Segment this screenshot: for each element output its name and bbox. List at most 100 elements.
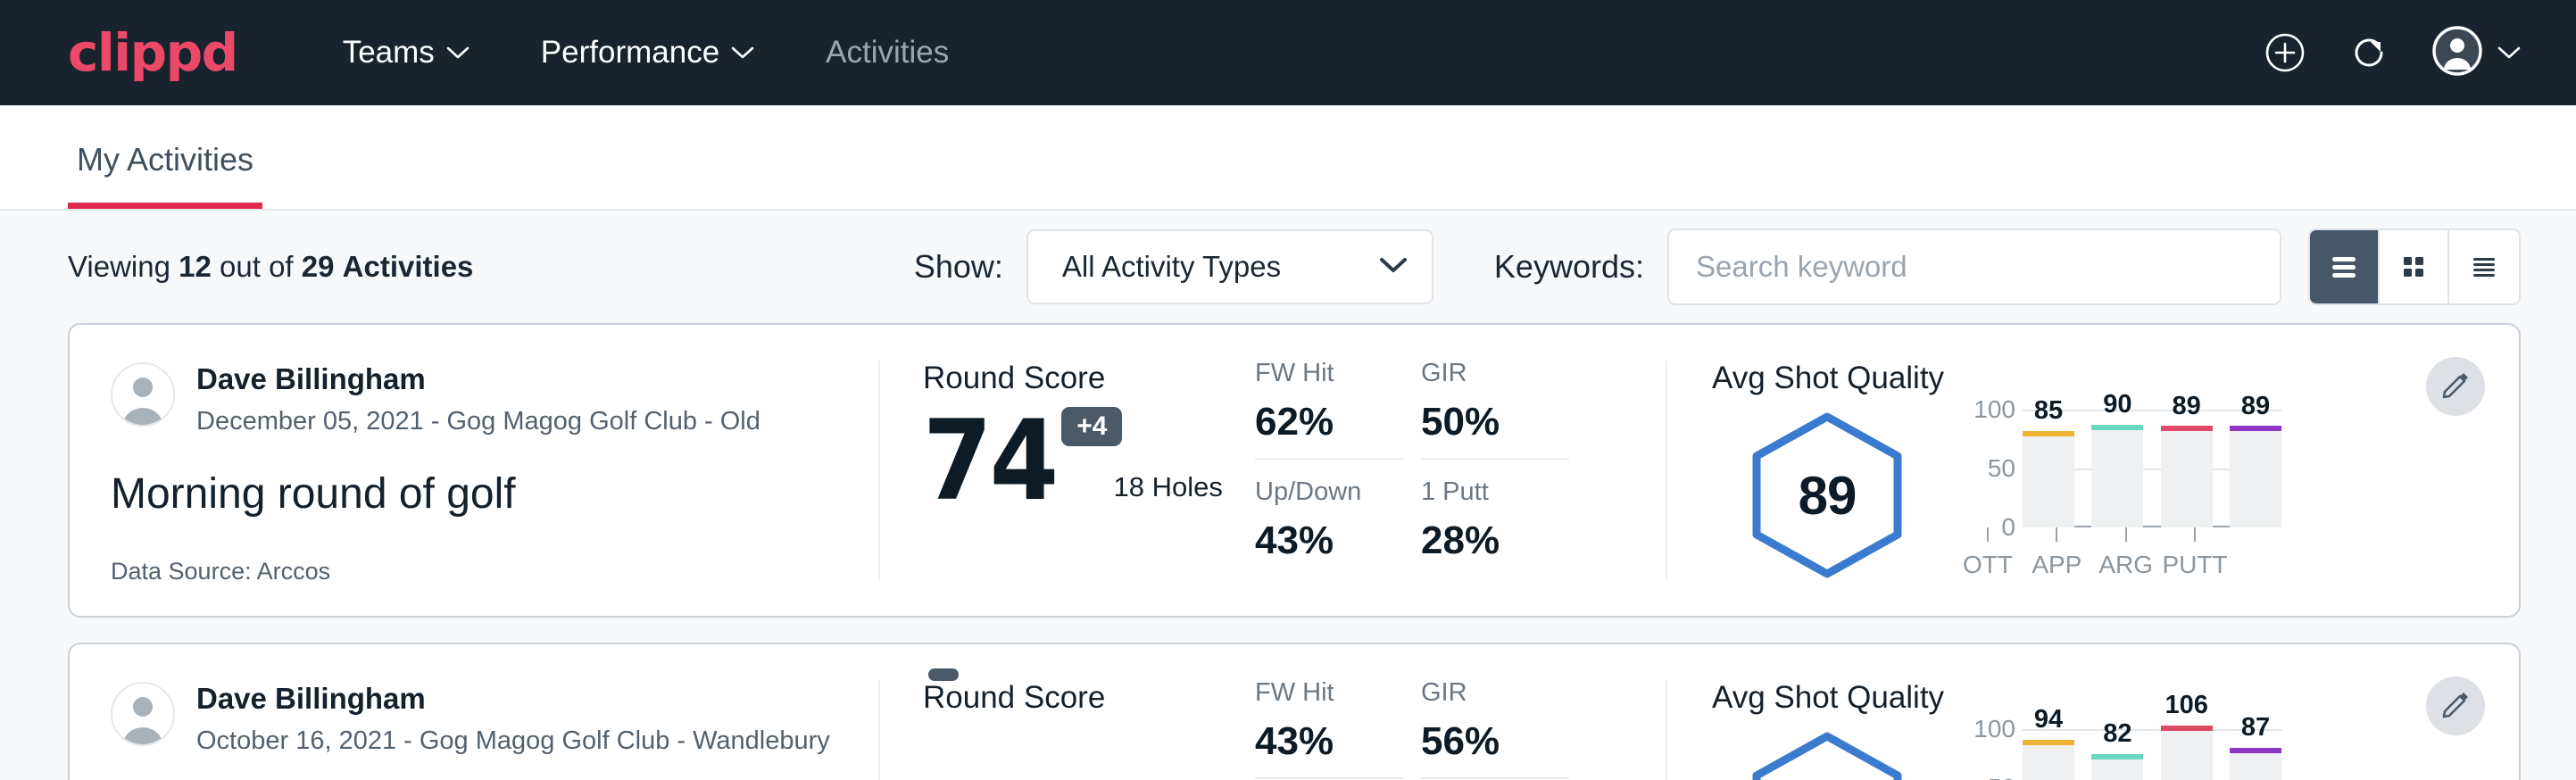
avatar bbox=[111, 682, 175, 746]
edit-activity-button[interactable] bbox=[2426, 676, 2485, 735]
viewing-middle: out of bbox=[220, 250, 294, 283]
chart-plot-area: 94 82 bbox=[2023, 729, 2281, 780]
bar-value-label: 85 bbox=[2034, 398, 2063, 424]
stat-label: GIR bbox=[1421, 680, 1569, 706]
nav-item-teams[interactable]: Teams bbox=[343, 35, 469, 71]
viewing-prefix: Viewing bbox=[68, 250, 170, 283]
search-input[interactable] bbox=[1696, 250, 2253, 284]
chevron-down-icon bbox=[731, 46, 754, 60]
stats-column: FW Hit 43% Up/Down GIR 56% 1 Putt bbox=[1255, 644, 1666, 780]
compact-view-icon[interactable] bbox=[2449, 230, 2519, 303]
activity-type-select[interactable]: All Activity Types bbox=[1026, 229, 1433, 304]
round-score-column: Round Score 74 +4 18 Holes bbox=[880, 325, 1255, 616]
refresh-icon[interactable] bbox=[2347, 31, 2390, 74]
nav-item-activities-label: Activities bbox=[826, 35, 949, 71]
score-to-par-badge bbox=[928, 668, 959, 681]
activity-card-list: Dave Billingham December 05, 2021 - Gog … bbox=[0, 323, 2576, 780]
nav-item-performance-label: Performance bbox=[541, 35, 719, 71]
stat-up-down: Up/Down 43% bbox=[1255, 479, 1403, 577]
nav-item-performance[interactable]: Performance bbox=[541, 35, 754, 71]
pencil-icon bbox=[2440, 689, 2471, 724]
tick-mark bbox=[2194, 527, 2196, 542]
tick-mark bbox=[2125, 527, 2127, 542]
round-score-row bbox=[923, 733, 1255, 745]
stat-label: FW Hit bbox=[1255, 361, 1403, 386]
stat-value: 62% bbox=[1255, 402, 1403, 442]
y-tick-label: 100 bbox=[1974, 397, 2015, 422]
chevron-down-icon bbox=[1378, 255, 1408, 279]
score-to-par-badge: +4 bbox=[1061, 407, 1122, 446]
round-score-label: Round Score bbox=[923, 362, 1255, 394]
account-menu[interactable] bbox=[2431, 25, 2521, 81]
stat-gir: GIR 50% bbox=[1421, 361, 1569, 460]
search-input-wrapper[interactable] bbox=[1667, 228, 2281, 305]
edit-activity-button[interactable] bbox=[2426, 357, 2485, 416]
avatar bbox=[111, 362, 175, 427]
stats-col-left: FW Hit 43% Up/Down bbox=[1255, 680, 1403, 780]
bar-slot-putt: 89 bbox=[2230, 410, 2281, 527]
bar-slot-app: 90 bbox=[2091, 410, 2143, 527]
y-tick-label: 50 bbox=[1988, 456, 2015, 481]
bar-slot-arg: 106 bbox=[2161, 729, 2213, 780]
bar bbox=[2023, 431, 2074, 527]
chart-bars: 85 90 bbox=[2023, 410, 2281, 527]
bar-value-label: 94 bbox=[2034, 707, 2063, 733]
bar-value-label: 90 bbox=[2103, 392, 2131, 418]
bar bbox=[2091, 425, 2143, 527]
grid-view-icon[interactable] bbox=[2380, 230, 2449, 303]
bar-value-label: 89 bbox=[2173, 394, 2201, 419]
avg-shot-quality-label: Avg Shot Quality bbox=[1712, 362, 2519, 394]
stat-value: 28% bbox=[1421, 521, 1569, 560]
activity-card[interactable]: Dave Billingham October 16, 2021 - Gog M… bbox=[68, 643, 2521, 780]
bar-value-label: 87 bbox=[2241, 715, 2270, 741]
activity-info-column: Dave Billingham December 05, 2021 - Gog … bbox=[70, 325, 878, 616]
bar-cap bbox=[2161, 426, 2213, 431]
avatar bbox=[2431, 25, 2483, 81]
bar bbox=[2023, 740, 2074, 780]
stat-value: 56% bbox=[1421, 722, 1569, 761]
bar-cap bbox=[2023, 740, 2074, 745]
nav-item-activities[interactable]: Activities bbox=[826, 35, 949, 71]
bar-cap bbox=[2230, 748, 2281, 753]
activity-card[interactable]: Dave Billingham December 05, 2021 - Gog … bbox=[68, 323, 2521, 618]
viewing-total: 29 bbox=[302, 250, 335, 283]
activity-meta: October 16, 2021 - Gog Magog Golf Club -… bbox=[196, 726, 830, 757]
y-tick-label: 100 bbox=[1974, 717, 2015, 742]
holes-played: 18 Holes bbox=[1113, 471, 1222, 510]
top-navigation-bar: clippd Teams Performance Activities bbox=[0, 0, 2576, 105]
stat-fw-hit: FW Hit 43% bbox=[1255, 680, 1403, 779]
bar-cap bbox=[2161, 726, 2213, 731]
top-nav-actions bbox=[2264, 25, 2521, 81]
bar-slot-ott: 85 bbox=[2023, 410, 2074, 527]
clippd-logo[interactable]: clippd bbox=[68, 27, 237, 79]
bar bbox=[2230, 426, 2281, 527]
add-icon[interactable] bbox=[2264, 31, 2306, 74]
player-block: Dave Billingham December 05, 2021 - Gog … bbox=[111, 362, 834, 437]
viewing-suffix: Activities bbox=[343, 250, 474, 283]
y-tick-label: 0 bbox=[2001, 515, 2015, 540]
x-tick-app: APP bbox=[2031, 527, 2082, 577]
x-tick-label: ARG bbox=[2098, 552, 2153, 577]
chevron-down-icon bbox=[2497, 46, 2521, 60]
quality-score-value bbox=[1749, 729, 1905, 780]
stat-label: FW Hit bbox=[1255, 680, 1403, 706]
chart-y-axis: 100 50 0 bbox=[1965, 729, 2023, 780]
bar-cap bbox=[2091, 425, 2143, 430]
stat-value: 43% bbox=[1255, 521, 1403, 560]
avg-shot-quality-column: Avg Shot Quality 100 50 0 bbox=[1667, 644, 2519, 780]
x-tick-putt: PUTT bbox=[2169, 527, 2221, 577]
keywords-label: Keywords: bbox=[1494, 248, 1644, 286]
bar-slot-ott: 94 bbox=[2023, 729, 2074, 780]
round-score-label: Round Score bbox=[923, 682, 1255, 713]
chevron-down-icon bbox=[446, 46, 469, 60]
player-name: Dave Billingham bbox=[196, 682, 830, 716]
shot-quality-chart: 100 50 0 85 bbox=[1905, 410, 2281, 577]
tab-my-activities[interactable]: My Activities bbox=[68, 144, 262, 209]
avg-shot-quality-label: Avg Shot Quality bbox=[1712, 682, 2519, 713]
list-view-icon[interactable] bbox=[2310, 230, 2380, 303]
round-score-column: Round Score bbox=[880, 644, 1255, 780]
stat-value: 50% bbox=[1421, 402, 1569, 442]
activity-info-column: Dave Billingham October 16, 2021 - Gog M… bbox=[70, 644, 878, 780]
bar bbox=[2161, 726, 2213, 780]
x-tick-arg: ARG bbox=[2100, 527, 2152, 577]
